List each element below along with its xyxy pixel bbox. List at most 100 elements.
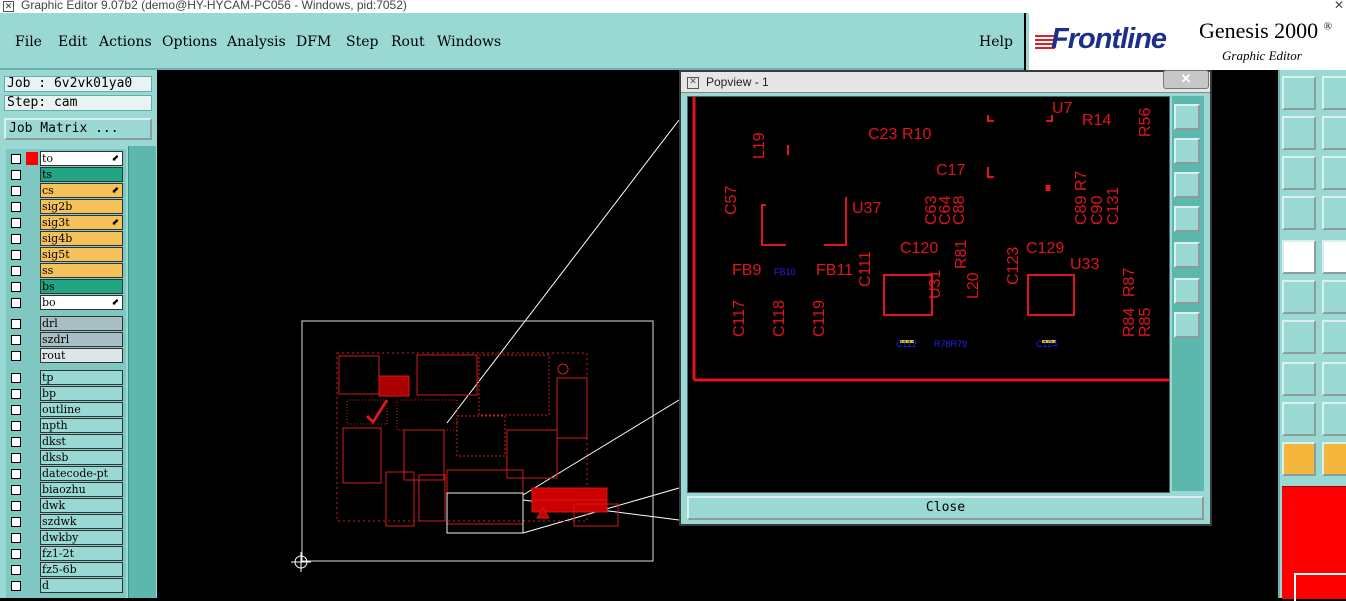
layer-checkbox[interactable]	[11, 335, 21, 345]
layer-checkbox[interactable]	[11, 170, 21, 180]
menu-step[interactable]: Step	[346, 34, 378, 50]
layer-checkbox[interactable]	[11, 351, 21, 361]
layer-row[interactable]: bo ⬋	[6, 295, 126, 311]
popview-zoom-out-icon[interactable]	[1174, 312, 1200, 338]
layer-name[interactable]: outline	[40, 402, 123, 417]
layer-checkbox[interactable]	[11, 501, 21, 511]
layer-name[interactable]: szdwk	[40, 514, 123, 529]
select-pad-icon[interactable]	[1282, 240, 1316, 274]
layer-row[interactable]: cs ⬋	[6, 183, 126, 199]
layer-name[interactable]: dwk	[40, 498, 123, 513]
layer-name[interactable]: ss	[40, 263, 123, 278]
layer-name[interactable]: fz1-2t	[40, 546, 123, 561]
layer-row[interactable]: drl	[6, 316, 126, 332]
layer-row[interactable]: bp	[6, 386, 126, 402]
layer-row[interactable]: tp	[6, 370, 126, 386]
add-line2-icon[interactable]	[1322, 320, 1346, 354]
fit-profile-icon[interactable]	[1322, 156, 1346, 190]
menu-actions[interactable]: Actions	[99, 34, 152, 50]
add-line-icon[interactable]	[1282, 320, 1316, 354]
layer-name[interactable]: dwkby	[40, 530, 123, 545]
menu-help[interactable]: Help	[979, 34, 1013, 50]
window-close-icon[interactable]: ✕	[1334, 0, 1344, 11]
popview-zoom-in-icon[interactable]	[1174, 278, 1200, 304]
popview-zoom-window-icon[interactable]	[1174, 104, 1200, 130]
layer-name[interactable]: ts	[40, 167, 123, 182]
snap-icon[interactable]	[1322, 196, 1346, 230]
layer-name[interactable]: cs ⬋	[40, 183, 123, 198]
layer-row[interactable]: szdwk	[6, 514, 126, 530]
layer-row[interactable]: fz5-6b	[6, 562, 126, 578]
layer-list-scrollbar[interactable]	[128, 146, 156, 598]
layer-row[interactable]: bs	[6, 279, 126, 295]
layer-name[interactable]: sig5t	[40, 247, 123, 262]
layer-name[interactable]: to ⬋	[40, 151, 123, 166]
layer-checkbox[interactable]	[11, 453, 21, 463]
pointer-icon[interactable]	[1282, 442, 1316, 476]
layer-checkbox[interactable]	[11, 549, 21, 559]
layer-row[interactable]: to ⬋	[6, 151, 126, 167]
layer-row[interactable]: sig4b	[6, 231, 126, 247]
job-matrix-button[interactable]: Job Matrix ...	[4, 118, 152, 140]
layer-checkbox[interactable]	[11, 437, 21, 447]
layer-checkbox[interactable]	[11, 266, 21, 276]
layer-checkbox[interactable]	[11, 250, 21, 260]
menu-file[interactable]: File	[15, 34, 42, 50]
measure-icon[interactable]	[1282, 196, 1316, 230]
popview-pan-up-icon[interactable]	[1174, 138, 1200, 164]
connect-icon[interactable]	[1282, 280, 1316, 314]
add-pad-icon[interactable]	[1282, 362, 1316, 396]
triangle-icon[interactable]	[1282, 402, 1316, 436]
layer-name[interactable]: sig3t ⬋	[40, 215, 123, 230]
layer-name[interactable]: tp	[40, 370, 123, 385]
layer-checkbox[interactable]	[11, 218, 21, 228]
menu-edit[interactable]: Edit	[58, 34, 87, 50]
layer-row[interactable]: szdrl	[6, 332, 126, 348]
layer-row[interactable]: sig5t	[6, 247, 126, 263]
menu-options[interactable]: Options	[162, 34, 217, 50]
cross-icon[interactable]	[1322, 280, 1346, 314]
layer-name[interactable]: rout	[40, 348, 123, 363]
layer-row[interactable]: outline	[6, 402, 126, 418]
layer-checkbox[interactable]	[11, 485, 21, 495]
layer-name[interactable]: d	[40, 578, 123, 593]
layer-row[interactable]: rout	[6, 348, 126, 364]
horizontal-line-icon[interactable]	[1322, 362, 1346, 396]
layer-checkbox[interactable]	[11, 234, 21, 244]
popview-pan-down-icon[interactable]	[1174, 172, 1200, 198]
layer-row[interactable]: sig2b	[6, 199, 126, 215]
layer-name[interactable]: npth	[40, 418, 123, 433]
menu-windows[interactable]: Windows	[437, 34, 501, 50]
layer-row[interactable]: d	[6, 578, 126, 594]
popview-close-x-button[interactable]: ✕	[1163, 70, 1209, 89]
menu-dfm[interactable]: DFM	[296, 34, 331, 50]
menu-analysis[interactable]: Analysis	[227, 34, 286, 50]
popview-pan-right-icon[interactable]	[1174, 242, 1200, 268]
layer-row[interactable]: npth	[6, 418, 126, 434]
pointer2-icon[interactable]	[1322, 442, 1346, 476]
layer-row[interactable]: dkst	[6, 434, 126, 450]
layer-checkbox[interactable]	[11, 565, 21, 575]
layer-checkbox[interactable]	[11, 389, 21, 399]
popview-pan-left-icon[interactable]	[1174, 206, 1200, 232]
home-view-icon[interactable]	[1282, 76, 1316, 110]
layer-name[interactable]: bo ⬋	[40, 295, 123, 310]
layer-name[interactable]: sig4b	[40, 231, 123, 246]
layer-name[interactable]: fz5-6b	[40, 562, 123, 577]
layer-checkbox[interactable]	[11, 186, 21, 196]
layer-checkbox[interactable]	[11, 154, 21, 164]
layer-row[interactable]: datecode-pt	[6, 466, 126, 482]
layer-name[interactable]: dksb	[40, 450, 123, 465]
layer-checkbox[interactable]	[11, 319, 21, 329]
layer-name[interactable]: bp	[40, 386, 123, 401]
layer-checkbox[interactable]	[11, 202, 21, 212]
layer-name[interactable]: datecode-pt	[40, 466, 123, 481]
layer-checkbox[interactable]	[11, 405, 21, 415]
zoom-right-icon[interactable]	[1322, 116, 1346, 150]
layer-checkbox[interactable]	[11, 533, 21, 543]
layer-checkbox[interactable]	[11, 421, 21, 431]
layer-name[interactable]: bs	[40, 279, 123, 294]
layer-name[interactable]: biaozhu	[40, 482, 123, 497]
popview-viewport[interactable]: C23 R10 U7 R14 R56 L19 C17 C57 U37 C63 C64 C88 C89 R7…	[687, 96, 1170, 493]
fit-screen-icon[interactable]	[1282, 156, 1316, 190]
